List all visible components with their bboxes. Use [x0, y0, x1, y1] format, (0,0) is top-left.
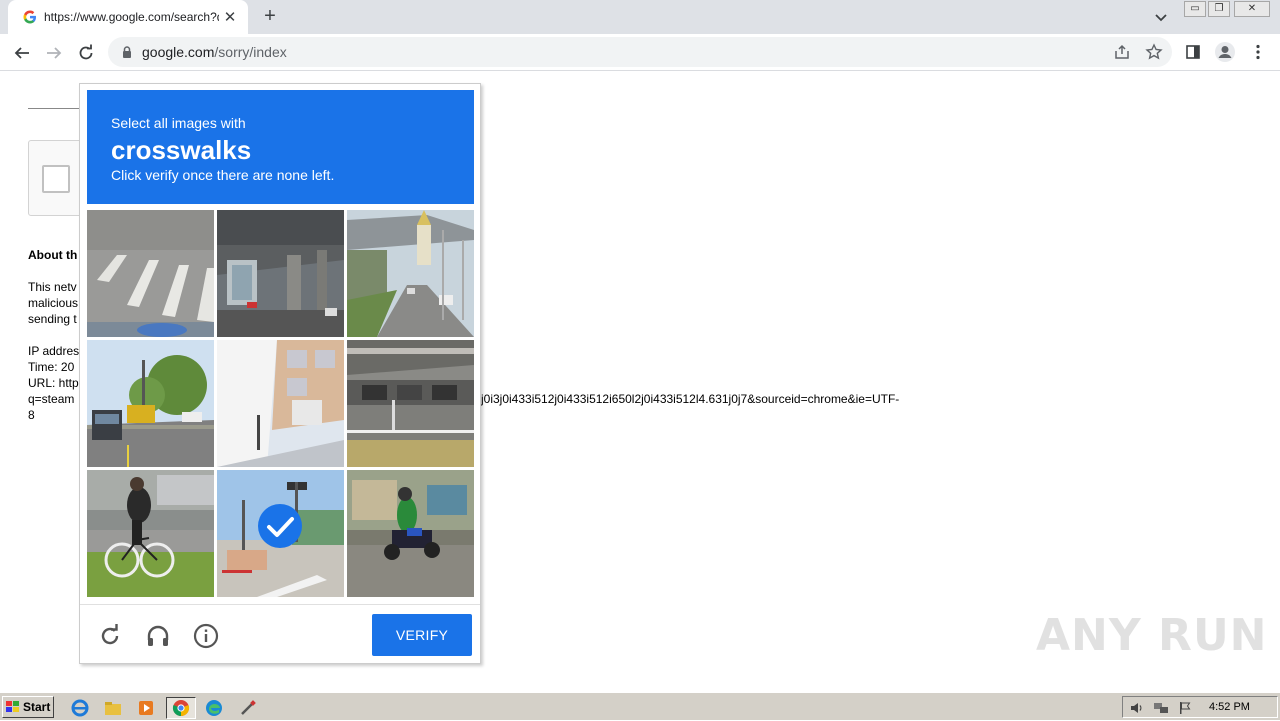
challenge-footer: VERIFY [80, 604, 480, 664]
image-tile-9[interactable] [347, 470, 474, 597]
url-line: URL: http [28, 376, 79, 390]
tab-strip: https://www.google.com/search?q= ✕ + ▭ ❐… [0, 0, 1280, 34]
network-icon[interactable] [1153, 700, 1169, 716]
challenge-hint: Click verify once there are none left. [111, 167, 335, 183]
about-heading: About th [28, 248, 78, 262]
new-tab-button[interactable]: + [258, 6, 282, 28]
tool-icon[interactable] [233, 697, 263, 719]
side-panel-icon[interactable] [1182, 41, 1204, 63]
start-button[interactable]: Start [2, 696, 54, 718]
minimize-button[interactable]: ▭ [1184, 1, 1206, 17]
tab-search-chevron-icon[interactable] [1152, 8, 1170, 26]
image-grid [87, 210, 474, 597]
action-center-flag-icon[interactable] [1177, 700, 1193, 716]
browser-tab[interactable]: https://www.google.com/search?q= ✕ [8, 0, 248, 34]
restore-button[interactable]: ❐ [1208, 1, 1230, 17]
folder-icon[interactable] [101, 697, 125, 719]
chrome-icon[interactable] [166, 697, 196, 719]
windows-taskbar: Start 4:52 PM [0, 692, 1280, 720]
kebab-menu-icon[interactable] [1247, 41, 1269, 63]
challenge-keyword: crosswalks [111, 135, 252, 165]
profile-avatar-icon[interactable] [1214, 41, 1236, 63]
paragraph-line: malicious [28, 296, 79, 310]
paragraph-line: sending t [28, 312, 77, 326]
url-tail-text: j0i3j0i433i512j0i433i512i650l2j0i433i512… [481, 392, 900, 406]
back-arrow-icon[interactable] [10, 41, 34, 65]
media-player-icon[interactable] [134, 697, 158, 719]
bookmark-star-icon[interactable] [1143, 41, 1165, 63]
image-tile-2[interactable] [217, 210, 344, 337]
query-line: q=steam [28, 392, 75, 406]
recaptcha-checkbox[interactable] [42, 165, 70, 193]
close-window-button[interactable]: ✕ [1234, 1, 1270, 17]
tab-title: https://www.google.com/search?q= [44, 10, 219, 24]
browser-toolbar: google.com/sorry/index [0, 34, 1280, 71]
headphones-audio-icon[interactable] [144, 622, 172, 650]
info-icon[interactable] [192, 622, 220, 650]
share-icon[interactable] [1111, 41, 1133, 63]
captcha-challenge-dialog: Select all images with crosswalks Click … [79, 83, 481, 664]
query-continuation: 8 [28, 408, 35, 422]
image-tile-5[interactable] [217, 340, 344, 467]
paragraph-line: This netv [28, 280, 77, 294]
image-tile-8[interactable] [217, 470, 344, 597]
lock-icon[interactable] [120, 45, 134, 59]
ip-address-line: IP addres [28, 344, 80, 358]
image-tile-7[interactable] [87, 470, 214, 597]
address-bar[interactable]: google.com/sorry/index [108, 37, 1172, 67]
google-g-icon [22, 9, 38, 25]
image-tile-1[interactable] [87, 210, 214, 337]
edge-icon[interactable] [202, 697, 226, 719]
system-tray: 4:52 PM [1122, 696, 1278, 718]
tab-close-icon[interactable]: ✕ [222, 8, 238, 26]
verify-button[interactable]: VERIFY [372, 614, 472, 656]
ie-icon[interactable] [68, 697, 92, 719]
reload-challenge-icon[interactable] [96, 622, 124, 650]
clock[interactable]: 4:52 PM [1209, 701, 1250, 713]
speaker-icon[interactable] [1129, 700, 1145, 716]
forward-arrow-icon[interactable] [42, 41, 66, 65]
challenge-instruction: Select all images with [111, 115, 246, 131]
anyrun-watermark: ANY RUN [1036, 610, 1268, 661]
windows-flag-icon [6, 701, 20, 713]
url-path: /sorry/index [214, 44, 287, 60]
image-tile-4[interactable] [87, 340, 214, 467]
url-host: google.com [142, 44, 215, 60]
start-label: Start [23, 700, 51, 714]
challenge-header: Select all images with crosswalks Click … [87, 90, 474, 204]
reload-icon[interactable] [74, 41, 98, 65]
image-tile-3[interactable] [347, 210, 474, 337]
time-line: Time: 20 [28, 360, 75, 374]
image-tile-6[interactable] [347, 340, 474, 467]
